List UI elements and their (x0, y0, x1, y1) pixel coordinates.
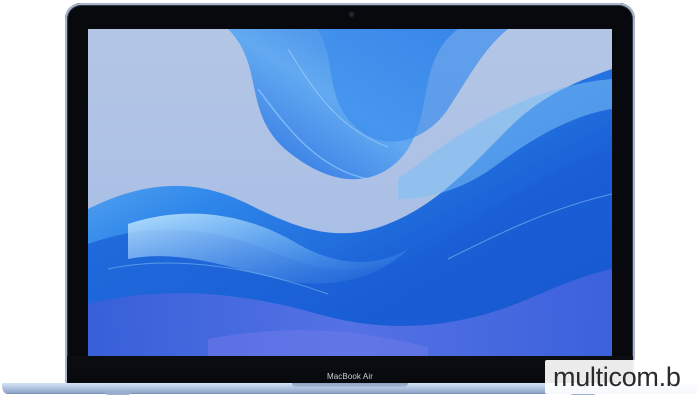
webcam (349, 12, 354, 17)
left-foot (105, 391, 131, 395)
laptop-screen (88, 29, 612, 356)
product-photo: MacBook Air multicom.b (0, 0, 700, 400)
lid-opening-notch (292, 383, 408, 387)
watermark-text: multicom.b (553, 362, 681, 392)
wallpaper (88, 29, 612, 356)
